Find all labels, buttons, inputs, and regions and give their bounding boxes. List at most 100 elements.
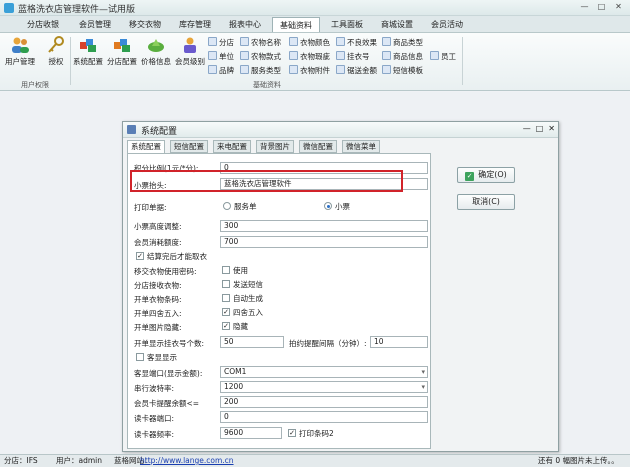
order-barcode-label: 开单衣物条码: xyxy=(134,295,182,304)
member-limit-label: 会员消耗额度: xyxy=(134,238,182,247)
window-title: 蓝格洗衣店管理软件—试用版 xyxy=(18,5,136,15)
settle-before-pickup-label: 结算完后才能取衣 xyxy=(147,252,207,261)
tab-wechat-config[interactable]: 微信配置 xyxy=(299,140,337,153)
card-reader-freq-label: 读卡器频率: xyxy=(134,430,175,439)
rounding-checkbox[interactable] xyxy=(222,308,230,316)
grid-icon xyxy=(336,65,345,74)
clothing-defect-button[interactable]: 衣物瑕疵 xyxy=(289,51,330,63)
config-blocks-icon xyxy=(80,39,96,52)
baud-rate-select[interactable]: 1200 xyxy=(220,381,428,393)
card-reader-port-label: 读卡器端口: xyxy=(134,414,175,423)
menu-tab-member[interactable]: 会员管理 xyxy=(72,17,118,32)
dialog-title: 系统配置 xyxy=(141,127,178,137)
grid-icon xyxy=(289,65,298,74)
grid-icon xyxy=(382,51,391,60)
customer-display-checkbox[interactable] xyxy=(136,353,144,361)
hide-image-checkbox[interactable] xyxy=(222,322,230,330)
grid-icon xyxy=(208,37,217,46)
tab-sms-config[interactable]: 短信配置 xyxy=(170,140,208,153)
app-icon xyxy=(4,3,14,13)
grid-icon xyxy=(430,51,439,60)
rounding-label: 开单四舍五入: xyxy=(134,309,182,318)
rounding-check-label: 四舍五入 xyxy=(233,308,263,317)
system-config-button[interactable]: 系统配置 xyxy=(70,35,106,69)
sms-template-button[interactable]: 短信模板 xyxy=(382,65,423,77)
receipt-height-input[interactable]: 300 xyxy=(220,220,428,232)
dialog-minimize-button[interactable]: — xyxy=(523,124,531,133)
member-level-icon xyxy=(184,37,196,53)
status-bar: 分店：IFS 用户：admin 蓝格网站： http://www.lange.c… xyxy=(0,454,630,467)
ok-button[interactable]: ✓ 确定(O) xyxy=(457,167,515,183)
reminder-interval-label: 拍约提醒间隔（分钟）: xyxy=(289,339,367,348)
menu-tab-mall-settings[interactable]: 商城设置 xyxy=(374,17,420,32)
display-port-select[interactable]: COM1 xyxy=(220,366,428,378)
product-info-button[interactable]: 商品信息 xyxy=(382,51,423,63)
menu-tab-inventory[interactable]: 库存管理 xyxy=(172,17,218,32)
branch-config-button[interactable]: 分店配置 xyxy=(104,35,140,69)
ribbon-separator xyxy=(462,37,463,85)
close-button[interactable]: ✕ xyxy=(611,1,626,13)
product-type-button[interactable]: 商品类型 xyxy=(382,37,423,49)
grid-icon xyxy=(240,37,249,46)
hanger-count-input[interactable]: 50 xyxy=(220,336,284,348)
minimize-button[interactable]: — xyxy=(577,1,592,13)
card-reader-freq-input[interactable]: 9600 xyxy=(220,427,282,439)
menu-tab-reports[interactable]: 报表中心 xyxy=(222,17,268,32)
status-branch: 分店：IFS xyxy=(4,456,38,465)
tab-background-image[interactable]: 背景图片 xyxy=(256,140,294,153)
status-user: 用户：admin xyxy=(56,456,102,465)
customer-display-label: 客显显示 xyxy=(147,353,177,362)
transfer-password-checkbox[interactable] xyxy=(222,266,230,274)
employee-button[interactable]: 员工 xyxy=(430,51,456,63)
grid-icon xyxy=(289,37,298,46)
clothing-attachment-button[interactable]: 衣物附件 xyxy=(289,65,330,77)
tab-caller-config[interactable]: 来电配置 xyxy=(213,140,251,153)
price-icon xyxy=(148,39,164,52)
menu-tab-basic-data[interactable]: 基础资料 xyxy=(272,17,320,32)
service-type-button[interactable]: 服务类型 xyxy=(240,65,281,77)
print-receipt-radio[interactable] xyxy=(324,202,332,210)
menu-tab-member-events[interactable]: 会员活动 xyxy=(424,17,470,32)
clothing-name-button[interactable]: 农物名称 xyxy=(240,37,281,49)
menu-tab-transfer[interactable]: 移交衣物 xyxy=(122,17,168,32)
card-balance-remind-input[interactable]: 200 xyxy=(220,396,428,408)
baud-rate-label: 串行波特率: xyxy=(134,384,175,393)
dialog-maximize-button[interactable]: □ xyxy=(536,124,544,133)
tab-system-config[interactable]: 系统配置 xyxy=(127,140,165,154)
branch-button[interactable]: 分店 xyxy=(208,37,234,49)
price-info-button[interactable]: 价格信息 xyxy=(138,35,174,69)
reminder-interval-input[interactable]: 10 xyxy=(370,336,428,348)
unit-button[interactable]: 单位 xyxy=(208,51,234,63)
dialog-title-bar: 系统配置 — □ ✕ xyxy=(123,122,558,138)
menu-tab-branch-cashier[interactable]: 分店收银 xyxy=(18,17,68,32)
hanger-count-label: 开单显示挂衣号个数: xyxy=(134,339,205,348)
check-icon: ✓ xyxy=(465,172,475,181)
auto-generate-checkbox[interactable] xyxy=(222,294,230,302)
brand-button[interactable]: 品牌 xyxy=(208,65,234,77)
bad-effect-button[interactable]: 不良效果 xyxy=(336,37,377,49)
user-management-button[interactable]: 用户管理 xyxy=(2,35,38,69)
print-service-order-radio[interactable] xyxy=(223,202,231,210)
menu-tab-tools[interactable]: 工具面板 xyxy=(324,17,370,32)
website-link[interactable]: http://www.lange.com.cn xyxy=(140,456,234,465)
maximize-button[interactable]: □ xyxy=(594,1,609,13)
print-barcode2-checkbox[interactable] xyxy=(288,429,296,437)
card-reader-port-input[interactable]: 0 xyxy=(220,411,428,423)
dialog-close-button[interactable]: ✕ xyxy=(548,124,555,133)
member-limit-input[interactable]: 700 xyxy=(220,236,428,248)
print-receipt-label: 小票 xyxy=(335,202,350,211)
grid-icon xyxy=(208,51,217,60)
window-title-bar: 蓝格洗衣店管理软件—试用版 — □ ✕ xyxy=(0,0,630,16)
hanger-number-button[interactable]: 挂衣号 xyxy=(336,51,370,63)
clothing-style-button[interactable]: 农物款式 xyxy=(240,51,281,63)
authorize-button[interactable]: 授权 xyxy=(38,35,74,69)
settle-before-pickup-checkbox[interactable] xyxy=(136,252,144,260)
gift-amount-button[interactable]: 锯送金额 xyxy=(336,65,377,77)
tab-wechat-menu[interactable]: 微信菜单 xyxy=(342,140,380,153)
member-level-button[interactable]: 会员级别 xyxy=(172,35,208,69)
send-sms-checkbox[interactable] xyxy=(222,280,230,288)
clothing-color-button[interactable]: 衣物颜色 xyxy=(289,37,330,49)
transfer-password-check-label: 使用 xyxy=(233,266,248,275)
cancel-button[interactable]: 取消(C) xyxy=(457,194,515,210)
print-document-label: 打印单据: xyxy=(134,203,167,212)
